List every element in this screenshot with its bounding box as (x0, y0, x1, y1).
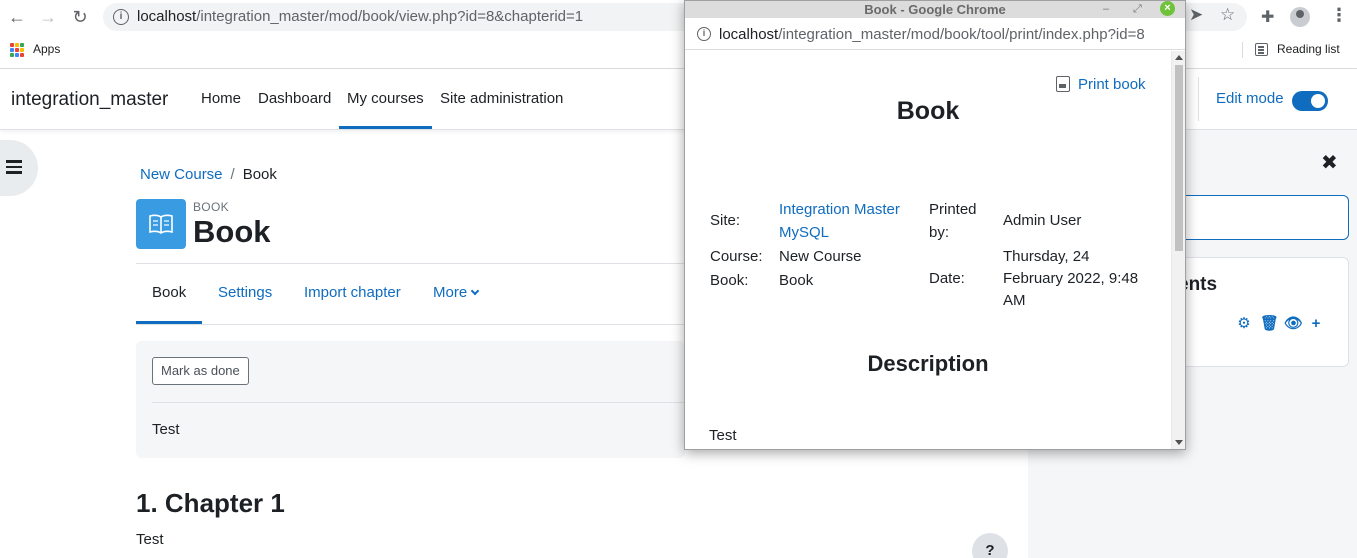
course-index-toggle[interactable] (0, 140, 38, 196)
breadcrumb-separator: / (230, 166, 235, 183)
nav-my-courses[interactable]: My courses (347, 90, 424, 107)
site-link-line2[interactable]: MySQL (779, 222, 829, 244)
site-label: Site: (710, 212, 741, 229)
printed-by-label-line2: by: (929, 224, 950, 241)
popup-site-info-icon[interactable]: i (697, 27, 711, 41)
nav-dashboard[interactable]: Dashboard (258, 90, 331, 107)
printed-by-value: Admin User (1003, 212, 1082, 229)
apps-grid-dot (15, 48, 19, 52)
activity-information: Mark as done Test (136, 341, 685, 458)
print-page: Print book Book Site: Integration Master… (685, 51, 1171, 449)
print-heading: Book (896, 97, 960, 125)
secondary-navigation: Book Settings Import chapter More (136, 263, 685, 325)
navbar-divider (1198, 77, 1199, 121)
chapter-content: Test (136, 531, 164, 548)
back-arrow-icon[interactable]: ← (5, 5, 29, 29)
breadcrumb-course-link[interactable]: New Course (140, 166, 223, 183)
bookmarks-divider (1242, 42, 1243, 58)
mark-as-done-button[interactable]: Mark as done (152, 357, 249, 385)
book-value: Book (779, 272, 814, 289)
profile-avatar-icon[interactable] (1290, 7, 1310, 27)
scrollbar-thumb[interactable] (1175, 65, 1183, 251)
site-brand[interactable]: integration_master (11, 89, 168, 111)
share-icon[interactable]: ➤ (1189, 5, 1203, 25)
tab-import-chapter[interactable]: Import chapter (304, 284, 401, 301)
book-activity-icon (136, 199, 186, 249)
printed-by-label: Printed (929, 201, 977, 218)
site-link[interactable]: Integration Master (779, 199, 900, 221)
apps-grid-dot (10, 43, 14, 47)
nav-site-administration[interactable]: Site administration (440, 90, 563, 107)
edit-mode-label: Edit mode (1216, 90, 1284, 107)
trash-icon[interactable]: 🗑 (1260, 316, 1279, 332)
description-heading: Description (867, 351, 989, 376)
tab-settings[interactable]: Settings (218, 284, 272, 301)
list-icon (6, 160, 22, 174)
page-title: Book (193, 214, 271, 249)
address-url[interactable]: localhost/integration_master/mod/book/vi… (137, 8, 583, 25)
breadcrumb-current: Book (242, 166, 277, 183)
date-value-line2: February 2022, 9:48 (1003, 270, 1139, 287)
print-book-link[interactable]: Print book (1056, 76, 1146, 93)
apps-grid-dot (10, 48, 14, 52)
scroll-up-arrow-icon[interactable] (1175, 55, 1183, 60)
activity-type-label: BOOK (193, 200, 229, 214)
nav-active-indicator (339, 126, 432, 129)
edit-mode-toggle[interactable] (1292, 91, 1328, 111)
close-window-icon[interactable]: × (1160, 1, 1175, 16)
apps-grid-icon[interactable] (10, 43, 24, 57)
open-book-icon (149, 214, 173, 234)
apps-grid-dot (15, 53, 19, 57)
breadcrumb: New Course / Book (140, 166, 277, 183)
date-value-line3: AM (1003, 292, 1026, 309)
tab-more[interactable]: More (433, 284, 480, 301)
popup-title-bar[interactable]: Book - Google Chrome – ⤢ × (685, 1, 1185, 18)
apps-grid-dot (20, 48, 24, 52)
course-value: New Course (779, 248, 862, 265)
tab-book[interactable]: Book (152, 284, 186, 301)
description-text: Test (709, 427, 737, 444)
reading-list-icon[interactable] (1255, 43, 1268, 56)
date-value-line1: Thursday, 24 (1003, 248, 1090, 265)
bookmark-star-icon[interactable]: ☆ (1220, 5, 1235, 25)
add-block-field[interactable] (1178, 195, 1349, 240)
help-button[interactable]: ? (972, 533, 1008, 558)
close-drawer-icon[interactable]: ✖ (1321, 150, 1338, 175)
tab-active-indicator (136, 321, 202, 324)
popup-window-title: Book - Google Chrome (864, 2, 1006, 17)
reload-icon[interactable]: ↻ (68, 5, 92, 29)
site-info-icon[interactable]: i (113, 9, 129, 25)
apps-bookmark[interactable]: Apps (33, 42, 60, 56)
print-icon (1056, 76, 1070, 92)
extensions-puzzle-icon[interactable]: ✚ (1261, 7, 1274, 27)
apps-grid-dot (20, 53, 24, 57)
table-of-contents-block: ents ⚙ 🗑 👁 + (1178, 257, 1349, 367)
activity-description: Test (152, 421, 180, 438)
activity-divider (152, 402, 685, 403)
course-label: Course: (710, 248, 763, 265)
plus-icon[interactable]: + (1308, 316, 1324, 332)
date-label: Date: (929, 270, 965, 287)
book-label: Book: (710, 272, 749, 289)
scroll-down-arrow-icon[interactable] (1175, 440, 1183, 445)
chevron-down-icon (470, 286, 480, 296)
reading-list-button[interactable]: Reading list (1277, 42, 1340, 56)
popup-address-url[interactable]: localhost/integration_master/mod/book/to… (719, 26, 1145, 43)
popup-address-bar[interactable]: i localhost/integration_master/mod/book/… (685, 18, 1185, 50)
nav-home[interactable]: Home (201, 90, 241, 107)
browser-menu-icon[interactable]: ⋮ (1330, 5, 1348, 26)
apps-grid-dot (15, 43, 19, 47)
gear-icon[interactable]: ⚙ (1236, 316, 1252, 332)
maximize-icon[interactable]: ⤢ (1133, 2, 1142, 16)
eye-icon[interactable]: 👁 (1284, 316, 1303, 332)
print-popup-window: Book - Google Chrome – ⤢ × i localhost/i… (684, 0, 1186, 450)
chapter-actions: ⚙ 🗑 👁 + (1236, 316, 1324, 332)
popup-scrollbar[interactable] (1171, 51, 1185, 449)
apps-grid-dot (20, 43, 24, 47)
forward-arrow-icon[interactable]: → (36, 5, 60, 29)
chapter-title: 1. Chapter 1 (136, 488, 285, 518)
minimize-icon[interactable]: – (1103, 2, 1109, 16)
apps-grid-dot (10, 53, 14, 57)
